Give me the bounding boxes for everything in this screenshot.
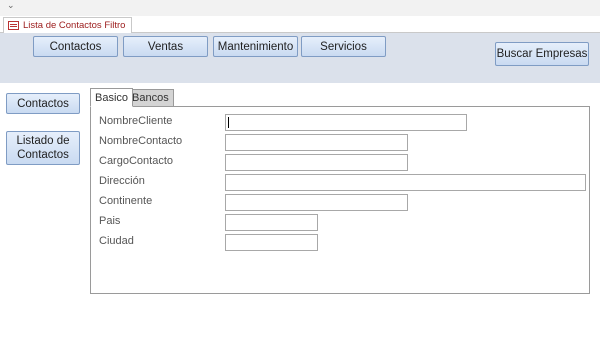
- nav-ventas-button[interactable]: Ventas: [123, 36, 208, 57]
- header-panel: Contactos Ventas Mantenimiento Servicios…: [0, 33, 600, 83]
- field-label-nombrecontacto: NombreContacto: [99, 135, 183, 147]
- tab-bancos[interactable]: Bancos: [127, 89, 174, 107]
- nombrecontacto-field[interactable]: [225, 134, 408, 151]
- side-contactos-button[interactable]: Contactos: [6, 93, 80, 114]
- nav-servicios-button[interactable]: Servicios: [301, 36, 386, 57]
- buscar-empresas-button[interactable]: Buscar Empresas: [495, 42, 589, 66]
- nav-mantenimiento-button[interactable]: Mantenimiento: [213, 36, 298, 57]
- form-icon: [8, 21, 19, 30]
- field-label-cargocontacto: CargoContacto: [99, 155, 173, 167]
- direccion-field[interactable]: [225, 174, 586, 191]
- side-listado-contactos-button[interactable]: Listado de Contactos: [6, 131, 80, 165]
- tab-basico[interactable]: Basico: [90, 88, 134, 107]
- document-tab-bar: Lista de Contactos Filtro: [0, 16, 600, 34]
- cargocontacto-field[interactable]: [225, 154, 408, 171]
- nombrecliente-field[interactable]: [225, 114, 467, 131]
- chevron-down-icon[interactable]: ⌄: [7, 0, 15, 11]
- pais-field[interactable]: [225, 214, 318, 231]
- field-label-continente: Continente: [99, 195, 153, 207]
- field-label-direccion: Dirección: [99, 175, 145, 187]
- tab-panel-basico: NombreCliente NombreContacto CargoContac…: [90, 106, 590, 294]
- field-label-pais: Pais: [99, 215, 121, 227]
- continente-field[interactable]: [225, 194, 408, 211]
- document-tab-title: Lista de Contactos Filtro: [23, 20, 126, 31]
- field-label-ciudad: Ciudad: [99, 235, 134, 247]
- nav-contactos-button[interactable]: Contactos: [33, 36, 118, 57]
- document-tab[interactable]: Lista de Contactos Filtro: [3, 17, 133, 34]
- ciudad-field[interactable]: [225, 234, 318, 251]
- form-tab-control: Basico Bancos NombreCliente NombreContac…: [90, 88, 590, 294]
- field-label-nombrecliente: NombreCliente: [99, 115, 173, 127]
- quick-access-bar: ⌄: [0, 0, 600, 16]
- text-cursor: [228, 117, 229, 128]
